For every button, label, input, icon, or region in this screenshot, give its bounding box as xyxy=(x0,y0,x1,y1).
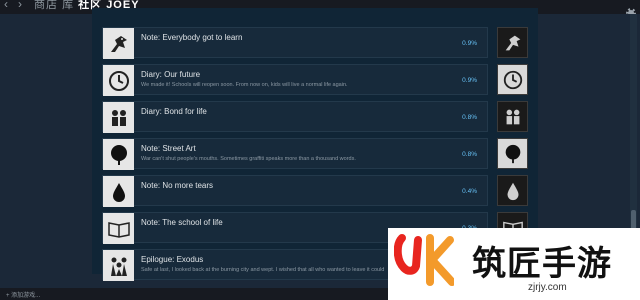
dragon-icon xyxy=(103,28,134,59)
achievement-description: Safe at last, I looked back at the burni… xyxy=(141,267,385,273)
tab-library[interactable]: 库 xyxy=(62,0,74,11)
achievement-description: War can't shut people's mouths. Sometime… xyxy=(141,156,356,162)
achievement-title: Note: Everybody got to learn xyxy=(141,33,243,42)
achievement-description: We made it! Schools will reopen soon. Fr… xyxy=(141,82,348,88)
achievement-row: Diary: Bond for life 0.8% xyxy=(102,101,488,133)
achievement-title: Epilogue: Exodus xyxy=(141,255,204,264)
watermark-brand: 筑匠手游 xyxy=(472,245,612,283)
watermark-banner: 筑匠手游 zjrjy.com xyxy=(388,228,640,300)
left-arrow-icon[interactable]: ‹ xyxy=(4,0,8,11)
clock-icon xyxy=(103,65,134,96)
achievement-percent: 0.9% xyxy=(462,77,477,84)
clock-icon xyxy=(497,64,528,95)
book-icon xyxy=(103,213,134,244)
achievement-percent: 0.8% xyxy=(462,151,477,158)
tree-icon xyxy=(103,139,134,170)
teardrop-icon xyxy=(497,175,528,206)
jk-logo xyxy=(393,234,456,286)
dragon-icon xyxy=(497,27,528,58)
right-arrow-icon[interactable]: › xyxy=(18,0,22,11)
achievement-percent: 0.9% xyxy=(462,40,477,47)
tree-icon xyxy=(497,138,528,169)
tab-store[interactable]: 商店 xyxy=(34,0,58,11)
watermark-site: zjrjy.com xyxy=(528,282,567,293)
achievement-percent: 0.4% xyxy=(462,188,477,195)
achievement-percent: 0.8% xyxy=(462,114,477,121)
achievement-title: Diary: Bond for life xyxy=(141,107,207,116)
achievement-title: Note: Street Art xyxy=(141,144,196,153)
teardrop-icon xyxy=(103,176,134,207)
achievement-row: Note: Everybody got to learn 0.9% xyxy=(102,27,488,59)
achievement-row: Note: No more tears 0.4% xyxy=(102,175,488,207)
achievement-title: Note: No more tears xyxy=(141,181,214,190)
add-game-button[interactable]: + 添加游戏... xyxy=(6,290,40,299)
friends-icon xyxy=(103,102,134,133)
people-icon xyxy=(103,250,134,281)
achievement-title: Diary: Our future xyxy=(141,70,201,79)
achievement-row: Diary: Our future We made it! Schools wi… xyxy=(102,64,488,96)
achievement-row: Note: Street Art War can't shut people's… xyxy=(102,138,488,170)
achievement-title: Note: The school of life xyxy=(141,218,223,227)
friends-icon xyxy=(497,101,528,132)
